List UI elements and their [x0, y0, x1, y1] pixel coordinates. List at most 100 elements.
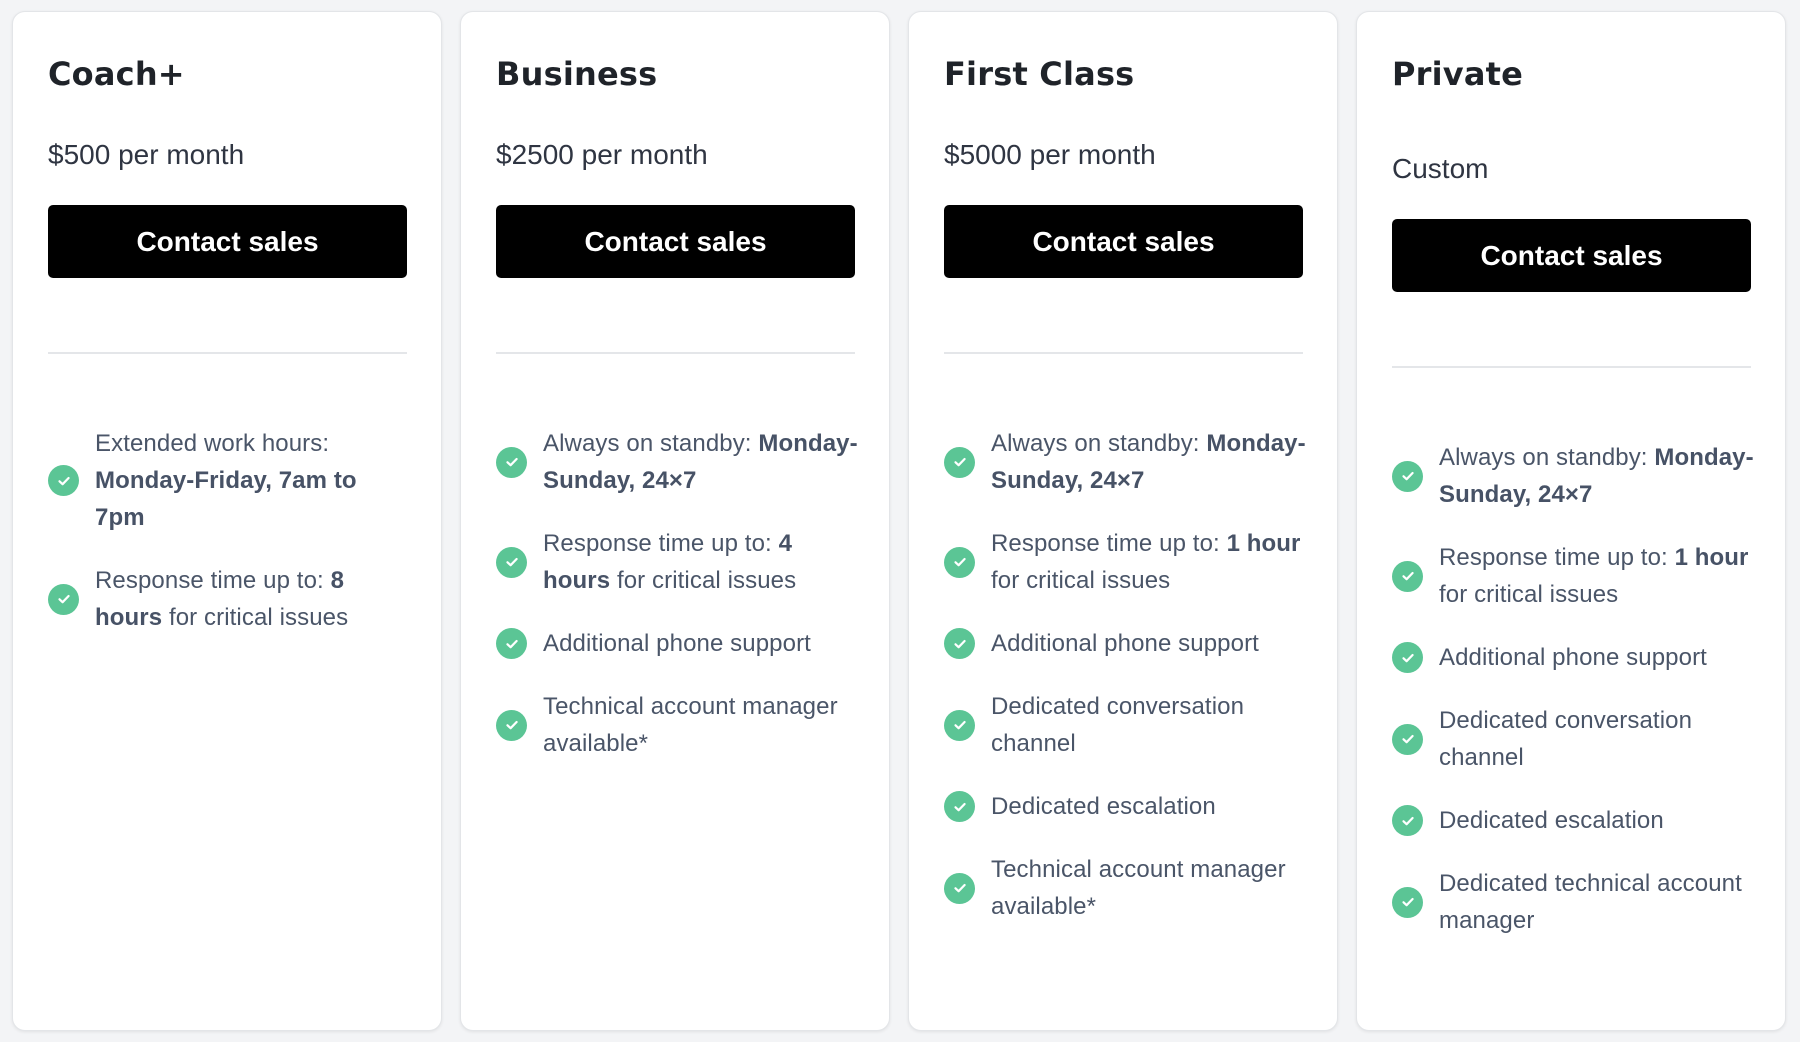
- plan-title: Business: [496, 55, 658, 93]
- feature-item: Response time up to: 1 hour for critical…: [944, 525, 1309, 599]
- feature-text-suffix: for critical issues: [162, 604, 349, 631]
- plan-card-first-class: First Class $5000 per month Contact sale…: [908, 11, 1338, 1031]
- feature-text: Additional phone support: [991, 625, 1259, 662]
- feature-text-prefix: Technical account manager available*: [543, 693, 838, 757]
- check-circle-icon: [944, 546, 975, 578]
- check-circle-icon: [1392, 460, 1423, 492]
- check-circle-icon: [944, 446, 975, 478]
- feature-text-prefix: Additional phone support: [991, 630, 1259, 657]
- feature-text: Response time up to: 4 hours for critica…: [543, 525, 861, 599]
- check-circle-icon: [496, 546, 527, 578]
- check-circle-icon: [1392, 723, 1423, 755]
- feature-text-prefix: Always on standby:: [1439, 444, 1655, 471]
- plan-title: Coach+: [48, 55, 185, 93]
- feature-text-prefix: Extended work hours:: [95, 430, 330, 457]
- feature-item: Dedicated conversation channel: [944, 688, 1309, 762]
- feature-item: Always on standby: Monday-Sunday, 24×7: [496, 425, 861, 499]
- feature-text: Always on standby: Monday-Sunday, 24×7: [991, 425, 1309, 499]
- feature-text: Dedicated conversation channel: [1439, 702, 1757, 776]
- check-circle-icon: [1392, 886, 1423, 918]
- feature-list: Always on standby: Monday-Sunday, 24×7 Re…: [496, 425, 861, 788]
- pricing-cards: Coach+ $500 per month Contact sales Exte…: [12, 11, 1786, 1031]
- feature-text: Response time up to: 1 hour for critical…: [1439, 539, 1757, 613]
- feature-text-prefix: Always on standby:: [991, 430, 1207, 457]
- feature-text: Technical account manager available*: [991, 851, 1309, 925]
- divider: [48, 352, 407, 354]
- check-circle-icon: [496, 628, 527, 659]
- feature-list: Always on standby: Monday-Sunday, 24×7 Re…: [1392, 439, 1757, 965]
- feature-text-prefix: Dedicated escalation: [1439, 807, 1664, 834]
- feature-text-highlight: 1 hour: [1226, 530, 1301, 557]
- feature-text-prefix: Dedicated technical account manager: [1439, 870, 1742, 934]
- feature-text: Dedicated escalation: [1439, 802, 1664, 839]
- feature-text-suffix: for critical issues: [991, 567, 1171, 594]
- feature-item: Additional phone support: [496, 625, 861, 662]
- check-circle-icon: [496, 709, 527, 741]
- feature-text-prefix: Technical account manager available*: [991, 856, 1286, 920]
- plan-price: $5000 per month: [944, 139, 1156, 170]
- feature-text-highlight: Monday-Friday, 7am to 7pm: [95, 467, 357, 531]
- plan-card-private: Private Custom Contact sales Always on s…: [1356, 11, 1786, 1031]
- check-circle-icon: [944, 791, 975, 822]
- feature-text-prefix: Response time up to:: [543, 530, 779, 557]
- feature-text: Response time up to: 1 hour for critical…: [991, 525, 1309, 599]
- check-circle-icon: [48, 583, 79, 615]
- check-circle-icon: [944, 709, 975, 741]
- check-circle-icon: [496, 446, 527, 478]
- contact-sales-button[interactable]: Contact sales: [1392, 219, 1751, 292]
- feature-text-prefix: Additional phone support: [543, 630, 811, 657]
- feature-item: Technical account manager available*: [944, 851, 1309, 925]
- feature-text-prefix: Response time up to:: [991, 530, 1227, 557]
- feature-text-prefix: Dedicated conversation channel: [991, 693, 1245, 757]
- contact-sales-button[interactable]: Contact sales: [48, 205, 407, 278]
- feature-text-prefix: Response time up to:: [95, 567, 331, 594]
- check-circle-icon: [944, 628, 975, 659]
- feature-item: Dedicated escalation: [944, 788, 1309, 825]
- check-circle-icon: [48, 465, 79, 496]
- feature-text: Technical account manager available*: [543, 688, 861, 762]
- feature-list: Extended work hours: Monday-Friday, 7am …: [48, 425, 413, 662]
- contact-sales-button[interactable]: Contact sales: [944, 205, 1303, 278]
- plan-title: Private: [1392, 55, 1524, 93]
- feature-item: Response time up to: 4 hours for critica…: [496, 525, 861, 599]
- feature-text-prefix: Response time up to:: [1439, 544, 1675, 571]
- feature-text: Extended work hours: Monday-Friday, 7am …: [95, 425, 413, 536]
- feature-item: Additional phone support: [1392, 639, 1757, 676]
- contact-sales-button[interactable]: Contact sales: [496, 205, 855, 278]
- feature-text-suffix: for critical issues: [1439, 581, 1619, 608]
- feature-text-prefix: Additional phone support: [1439, 644, 1707, 671]
- divider: [944, 352, 1303, 354]
- feature-text: Dedicated conversation channel: [991, 688, 1309, 762]
- plan-price: $500 per month: [48, 139, 245, 170]
- check-circle-icon: [944, 872, 975, 904]
- feature-text: Always on standby: Monday-Sunday, 24×7: [1439, 439, 1757, 513]
- plan-title: First Class: [944, 55, 1135, 93]
- feature-item: Response time up to: 8 hours for critica…: [48, 562, 413, 636]
- divider: [1392, 366, 1751, 368]
- check-circle-icon: [1392, 642, 1423, 673]
- feature-text: Dedicated technical account manager: [1439, 865, 1757, 939]
- feature-item: Additional phone support: [944, 625, 1309, 662]
- feature-text: Additional phone support: [543, 625, 811, 662]
- feature-text-prefix: Dedicated escalation: [991, 793, 1216, 820]
- feature-text: Additional phone support: [1439, 639, 1707, 676]
- divider: [496, 352, 855, 354]
- feature-list: Always on standby: Monday-Sunday, 24×7 Re…: [944, 425, 1309, 951]
- plan-card-coach-plus: Coach+ $500 per month Contact sales Exte…: [12, 11, 442, 1031]
- feature-item: Technical account manager available*: [496, 688, 861, 762]
- plan-price: $2500 per month: [496, 139, 708, 170]
- feature-item: Response time up to: 1 hour for critical…: [1392, 539, 1757, 613]
- feature-item: Always on standby: Monday-Sunday, 24×7: [1392, 439, 1757, 513]
- feature-item: Dedicated escalation: [1392, 802, 1757, 839]
- check-circle-icon: [1392, 805, 1423, 836]
- feature-item: Extended work hours: Monday-Friday, 7am …: [48, 425, 413, 536]
- feature-item: Always on standby: Monday-Sunday, 24×7: [944, 425, 1309, 499]
- feature-item: Dedicated technical account manager: [1392, 865, 1757, 939]
- feature-item: Dedicated conversation channel: [1392, 702, 1757, 776]
- feature-text-prefix: Dedicated conversation channel: [1439, 707, 1693, 771]
- feature-text-suffix: for critical issues: [610, 567, 797, 594]
- feature-text: Dedicated escalation: [991, 788, 1216, 825]
- feature-text: Always on standby: Monday-Sunday, 24×7: [543, 425, 861, 499]
- feature-text-prefix: Always on standby:: [543, 430, 759, 457]
- plan-price: Custom: [1392, 153, 1489, 184]
